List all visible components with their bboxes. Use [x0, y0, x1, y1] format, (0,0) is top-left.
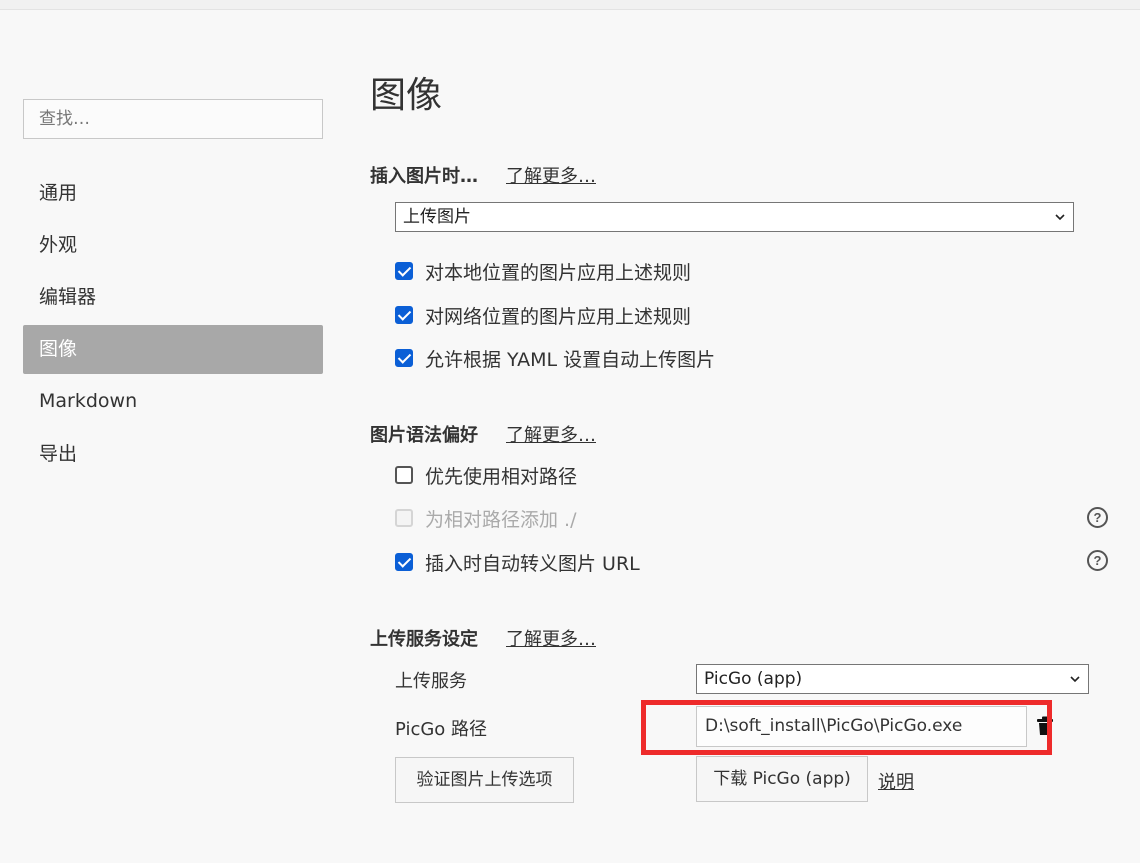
- help-icon[interactable]: ?: [1087, 550, 1108, 571]
- option-network-images[interactable]: 对网络位置的图片应用上述规则: [395, 303, 692, 328]
- option-label: 插入时自动转义图片 URL: [425, 552, 640, 575]
- checkbox-relative-path[interactable]: [395, 466, 413, 484]
- option-label: 优先使用相对路径: [425, 465, 578, 488]
- upload-service-heading: 上传服务设定: [370, 629, 478, 650]
- insert-image-heading: 插入图片时…: [370, 166, 478, 187]
- upload-service-select[interactable]: PicGo (app): [696, 664, 1089, 694]
- page-title: 图像: [370, 75, 443, 116]
- help-icon[interactable]: ?: [1087, 507, 1108, 528]
- option-label: 为相对路径添加 ./: [425, 508, 577, 531]
- picgo-path-label: PicGo 路径: [395, 719, 488, 740]
- explain-link[interactable]: 说明: [878, 768, 914, 794]
- syntax-learn-more-link[interactable]: 了解更多…: [506, 421, 596, 447]
- option-add-dot-slash: 为相对路径添加 ./: [395, 506, 577, 531]
- upload-learn-more-link[interactable]: 了解更多…: [506, 625, 596, 651]
- chevron-down-icon: [1055, 214, 1065, 221]
- insert-action-value: 上传图片: [403, 207, 471, 227]
- upload-service-value: PicGo (app): [704, 669, 803, 689]
- window-top-edge: [0, 0, 1140, 10]
- sidebar-item-editor[interactable]: 编辑器: [23, 273, 323, 322]
- sidebar-item-appearance[interactable]: 外观: [23, 221, 323, 270]
- checkbox-local-images[interactable]: [395, 262, 413, 280]
- checkbox-add-dot-slash: [395, 509, 413, 527]
- download-picgo-button[interactable]: 下载 PicGo (app): [696, 756, 868, 802]
- insert-action-select[interactable]: 上传图片: [395, 202, 1074, 232]
- verify-upload-button[interactable]: 验证图片上传选项: [395, 757, 574, 803]
- chevron-down-icon: [1070, 676, 1080, 683]
- option-label: 对本地位置的图片应用上述规则: [425, 261, 692, 284]
- option-escape-url[interactable]: 插入时自动转义图片 URL: [395, 550, 640, 575]
- option-label: 允许根据 YAML 设置自动上传图片: [425, 348, 716, 371]
- sidebar-item-export[interactable]: 导出: [23, 430, 323, 479]
- sidebar-item-image[interactable]: 图像: [23, 325, 323, 374]
- upload-service-label: 上传服务: [395, 671, 467, 692]
- highlight-annotation-box: [641, 700, 1052, 755]
- checkbox-escape-url[interactable]: [395, 553, 413, 571]
- checkbox-yaml-upload[interactable]: [395, 349, 413, 367]
- option-relative-path[interactable]: 优先使用相对路径: [395, 463, 578, 488]
- checkbox-network-images[interactable]: [395, 306, 413, 324]
- option-yaml-upload[interactable]: 允许根据 YAML 设置自动上传图片: [395, 346, 716, 371]
- sidebar-item-general[interactable]: 通用: [23, 169, 323, 218]
- search-input[interactable]: 查找…: [23, 99, 323, 139]
- syntax-heading: 图片语法偏好: [370, 425, 478, 446]
- option-label: 对网络位置的图片应用上述规则: [425, 305, 692, 328]
- option-local-images[interactable]: 对本地位置的图片应用上述规则: [395, 259, 692, 284]
- insert-learn-more-link[interactable]: 了解更多…: [506, 162, 596, 188]
- sidebar-item-markdown[interactable]: Markdown: [23, 377, 323, 426]
